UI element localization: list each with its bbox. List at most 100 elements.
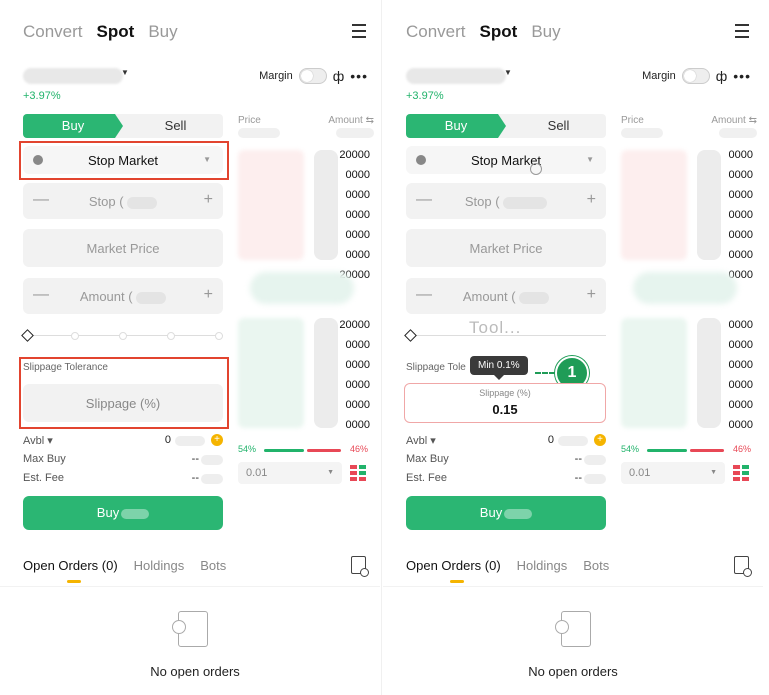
- tab-buy[interactable]: Buy: [23, 114, 123, 138]
- price-column-label: Price: [621, 115, 644, 126]
- tab-sell[interactable]: Sell: [511, 114, 606, 138]
- amount-slider[interactable]: [21, 329, 223, 342]
- bid-amount: 0000: [728, 339, 753, 351]
- tab-holdings[interactable]: Holdings: [134, 558, 185, 573]
- order-type-select[interactable]: Stop Market ▼: [406, 146, 606, 174]
- last-price-blurred: [250, 272, 354, 304]
- avbl-label[interactable]: Avbl ▾: [23, 435, 53, 447]
- tab-buy[interactable]: Buy: [406, 114, 506, 138]
- chevron-down-icon: ▼: [586, 155, 594, 164]
- depth-select[interactable]: 0.01 ▼: [238, 462, 342, 484]
- margin-controls: Margin ф •••: [259, 68, 368, 84]
- market-price-field: Market Price: [406, 229, 606, 267]
- more-options-icon[interactable]: •••: [350, 68, 368, 84]
- est-fee-label: Est. Fee: [23, 472, 64, 484]
- more-options-icon[interactable]: •••: [733, 68, 751, 84]
- blurred-currency: [519, 291, 550, 304]
- tab-buy-crypto[interactable]: Buy: [148, 22, 177, 42]
- orderbook-layout-icon[interactable]: [350, 465, 366, 481]
- balance-info: Avbl ▾ 0 + Max Buy -- Est. Fee --: [23, 434, 223, 491]
- blurred-currency: [503, 196, 548, 209]
- market-price-label: Market Price: [86, 241, 160, 256]
- margin-label: Margin: [642, 70, 676, 82]
- tab-convert[interactable]: Convert: [23, 22, 83, 42]
- ask-prices-blurred: [621, 150, 687, 260]
- stop-price-input[interactable]: — Stop ( +: [406, 183, 606, 219]
- stop-price-input[interactable]: — Stop ( +: [23, 183, 223, 219]
- tab-buy-crypto[interactable]: Buy: [531, 22, 560, 42]
- ask-amount: 20000: [339, 149, 370, 161]
- order-history-icon[interactable]: [351, 556, 369, 577]
- buy-button[interactable]: Buy: [406, 496, 606, 530]
- margin-label: Margin: [259, 70, 293, 82]
- amount-column-label[interactable]: Amount ⇆: [328, 115, 374, 126]
- balance-info: Avbl ▾ 0 + Max Buy -- Est. Fee --: [406, 434, 606, 491]
- orderbook-layout-icon[interactable]: [733, 465, 749, 481]
- plus-icon[interactable]: +: [587, 286, 596, 304]
- depth-value: 0.01: [629, 467, 651, 479]
- slippage-value: 0.15: [492, 402, 518, 417]
- buy-ratio: 54%: [621, 444, 640, 454]
- tab-sell[interactable]: Sell: [128, 114, 223, 138]
- bid-amount: 20000: [339, 319, 370, 331]
- tab-open-orders[interactable]: Open Orders (0): [406, 558, 501, 573]
- buy-sell-tabs: Buy Sell: [406, 114, 606, 138]
- ask-amount: 0000: [345, 209, 370, 221]
- ask-amount: 0000: [728, 149, 753, 161]
- order-history-icon[interactable]: [734, 556, 752, 577]
- depth-select[interactable]: 0.01 ▼: [621, 462, 725, 484]
- price-column-label: Price: [238, 115, 261, 126]
- plus-icon[interactable]: +: [204, 286, 213, 304]
- amount-input[interactable]: — Amount ( +: [23, 278, 223, 314]
- slider-handle[interactable]: [404, 329, 417, 342]
- buy-button[interactable]: Buy: [23, 496, 223, 530]
- margin-toggle[interactable]: [681, 68, 710, 84]
- candlestick-chart-icon[interactable]: ф: [333, 68, 345, 84]
- avbl-value: 0: [164, 434, 171, 446]
- plus-icon[interactable]: +: [587, 191, 596, 209]
- trading-pair-selector[interactable]: [23, 68, 123, 84]
- menu-icon[interactable]: [352, 24, 366, 38]
- slippage-input[interactable]: Slippage (%) 0.15: [404, 383, 606, 423]
- tab-convert[interactable]: Convert: [406, 22, 466, 42]
- candlestick-chart-icon[interactable]: ф: [716, 68, 728, 84]
- tab-spot[interactable]: Spot: [97, 22, 135, 42]
- bid-amount: 0000: [728, 319, 753, 331]
- buy-sell-ratio: 54% 46%: [238, 444, 368, 454]
- tab-spot[interactable]: Spot: [480, 22, 518, 42]
- bid-amounts: 0000 0000 0000 0000 0000 0000: [719, 315, 753, 435]
- empty-orders-icon: [172, 611, 208, 647]
- slippage-tolerance-label[interactable]: Slippage Tole: [406, 362, 466, 373]
- orderbook-header: Price Amount ⇆: [621, 115, 757, 126]
- deposit-plus-icon[interactable]: +: [211, 434, 223, 446]
- plus-icon[interactable]: +: [204, 191, 213, 209]
- bid-amount: 0000: [345, 399, 370, 411]
- top-nav: Convert Spot Buy: [406, 22, 561, 42]
- stop-price-placeholder: Stop (: [464, 194, 500, 209]
- ask-amounts: 20000 0000 0000 0000 0000 0000 20000: [336, 145, 370, 285]
- max-buy-value: --: [191, 453, 199, 465]
- slider-handle[interactable]: [21, 329, 34, 342]
- orders-tabs: Open Orders (0) Holdings Bots: [23, 558, 226, 573]
- amount-placeholder: Amount (: [462, 289, 516, 304]
- bid-amount: 0000: [345, 339, 370, 351]
- chevron-down-icon: ▼: [710, 469, 717, 476]
- last-price-blurred: [633, 272, 737, 304]
- amount-input[interactable]: — Amount ( +: [406, 278, 606, 314]
- tab-bots[interactable]: Bots: [583, 558, 609, 573]
- menu-icon[interactable]: [735, 24, 749, 38]
- trading-pair-selector[interactable]: [406, 68, 506, 84]
- tab-open-orders[interactable]: Open Orders (0): [23, 558, 118, 573]
- price-change: +3.97%: [23, 90, 61, 102]
- tab-holdings[interactable]: Holdings: [517, 558, 568, 573]
- margin-toggle[interactable]: [298, 68, 327, 84]
- avbl-label[interactable]: Avbl ▾: [406, 435, 436, 447]
- tab-bots[interactable]: Bots: [200, 558, 226, 573]
- right-screen: Convert Spot Buy ▼ +3.97% Margin ф ••• B…: [383, 0, 763, 695]
- amount-column-label[interactable]: Amount ⇆: [711, 115, 757, 126]
- buy-button-label: Buy: [96, 505, 120, 520]
- ask-amount: 0000: [728, 229, 753, 241]
- empty-orders-icon: [555, 611, 591, 647]
- touch-cursor: [530, 163, 542, 175]
- deposit-plus-icon[interactable]: +: [594, 434, 606, 446]
